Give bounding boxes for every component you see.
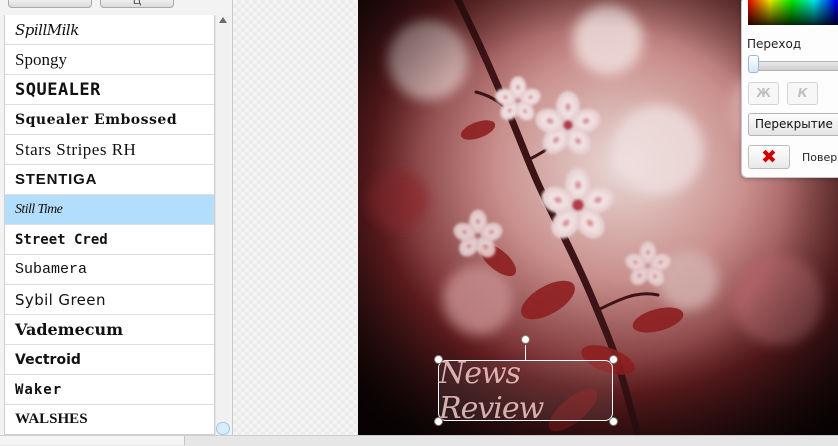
font-item-spillmilk[interactable]: SpillMilk <box>5 15 214 45</box>
font-item-subamera[interactable]: Subamera <box>5 255 214 285</box>
scroll-thumb[interactable] <box>216 422 230 435</box>
font-item-vademecum[interactable]: Vademecum <box>5 315 214 345</box>
font-item-spongy[interactable]: Spongy <box>5 45 214 75</box>
font-list-scrollbar[interactable] <box>215 15 231 435</box>
scroll-up-arrow-icon[interactable] <box>219 17 227 23</box>
font-item-waker[interactable]: Waker <box>5 375 214 405</box>
transition-slider-thumb[interactable] <box>748 55 759 73</box>
close-icon: ✖ <box>761 145 777 168</box>
font-panel-tab-2[interactable]: Ц <box>100 0 174 8</box>
resize-handle-bottom-right[interactable] <box>609 417 618 426</box>
transition-label: Переход <box>747 37 802 51</box>
rotate-handle[interactable] <box>521 335 530 344</box>
text-object-label: News Review <box>439 355 544 426</box>
font-item-vectroid[interactable]: Vectroid <box>5 345 214 375</box>
blend-mode-select[interactable]: Перекрытие <box>748 113 838 136</box>
font-panel-tab-1[interactable] <box>8 0 92 8</box>
bold-button[interactable]: Ж <box>748 82 779 105</box>
font-item-squealer-embossed[interactable]: Squealer Embossed <box>5 105 214 135</box>
font-item-stars-stripes[interactable]: Stars Stripes RH <box>5 135 214 165</box>
color-picker[interactable] <box>748 0 838 25</box>
font-item-still-time[interactable]: Still Time <box>5 195 214 225</box>
font-item-walshes[interactable]: WALSHES <box>5 405 214 434</box>
resize-handle-bottom-left[interactable] <box>434 417 443 426</box>
text-object[interactable]: News Review <box>438 356 613 426</box>
font-list: SpillMilk Spongy SQUEALER Squealer Embos… <box>4 15 215 435</box>
font-item-stentiga[interactable]: STENTIGA <box>5 165 214 195</box>
bottom-tab[interactable] <box>0 436 185 445</box>
layer-order-label[interactable]: Поверх <box>802 151 838 164</box>
transition-slider[interactable] <box>748 61 838 71</box>
italic-button[interactable]: К <box>787 82 818 105</box>
text-properties-panel: Переход Ж К Перекрытие ✖ Поверх <box>741 0 838 178</box>
font-item-sybil-green[interactable]: Sybil Green <box>5 285 214 315</box>
font-panel: Ц SpillMilk Spongy SQUEALER Squealer Emb… <box>0 0 233 445</box>
delete-button[interactable]: ✖ <box>748 145 790 169</box>
resize-handle-top-right[interactable] <box>609 355 618 364</box>
font-item-street-cred[interactable]: Street Cred <box>5 225 214 255</box>
font-item-squealer[interactable]: SQUEALER <box>5 75 214 105</box>
resize-handle-top-left[interactable] <box>434 355 443 364</box>
